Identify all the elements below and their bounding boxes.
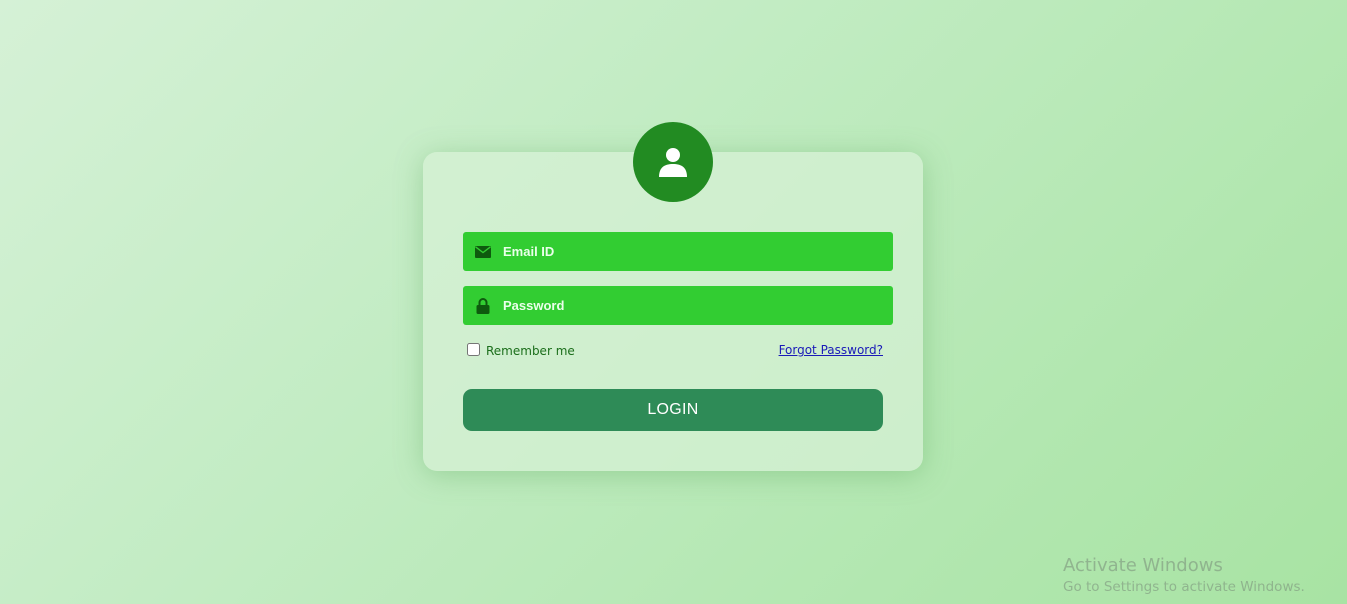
remember-checkbox[interactable] xyxy=(467,342,480,356)
lock-icon xyxy=(463,297,503,314)
avatar xyxy=(633,122,713,202)
remember-me[interactable]: Remember me xyxy=(467,342,575,358)
email-field[interactable] xyxy=(463,232,893,271)
envelope-icon xyxy=(463,245,503,258)
remember-label: Remember me xyxy=(486,344,575,358)
login-button[interactable]: LOGIN xyxy=(463,389,883,431)
password-field[interactable] xyxy=(463,286,893,325)
email-input[interactable] xyxy=(503,232,893,271)
password-input[interactable] xyxy=(503,286,893,325)
user-icon xyxy=(659,148,687,177)
forgot-password-link[interactable]: Forgot Password? xyxy=(779,343,883,357)
activation-watermark: Activate Windows Go to Settings to activ… xyxy=(1063,555,1305,597)
watermark-subtitle: Go to Settings to activate Windows. xyxy=(1063,579,1305,595)
watermark-title: Activate Windows xyxy=(1063,555,1223,576)
